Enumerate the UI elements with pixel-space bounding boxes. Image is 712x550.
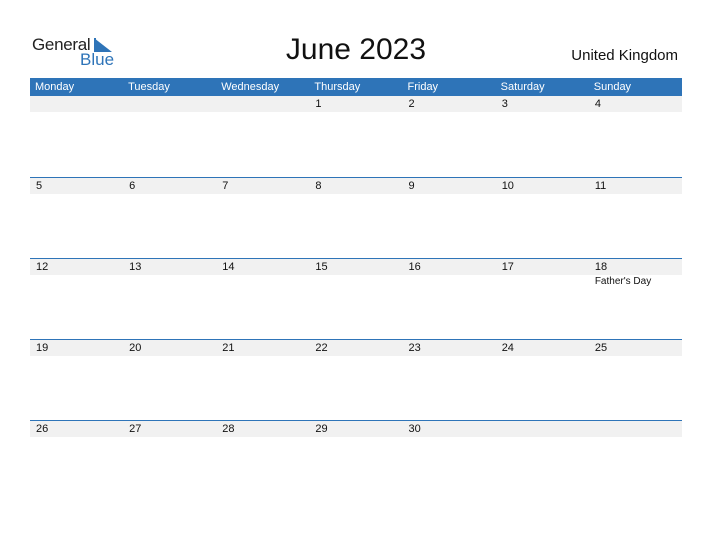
day-number: 26 <box>36 423 49 435</box>
day-cell: 26 <box>30 421 123 502</box>
day-cell <box>589 421 682 502</box>
day-number: 20 <box>129 342 142 354</box>
day-number: 4 <box>594 98 601 110</box>
day-number: 5 <box>36 180 43 192</box>
day-cell: 17 <box>496 259 589 340</box>
day-cell: 19 <box>30 340 123 421</box>
day-cell <box>30 96 123 177</box>
day-cell: 25 <box>589 340 682 421</box>
day-cell <box>496 421 589 502</box>
day-cell: 23 <box>403 340 496 421</box>
day-cell: 27 <box>123 421 216 502</box>
day-number: 11 <box>594 180 607 192</box>
day-number: 14 <box>222 261 235 273</box>
day-cell: 8 <box>309 178 402 259</box>
week-row: 26 27 28 29 30 <box>30 420 682 502</box>
day-cell: 18 Father's Day <box>589 259 682 340</box>
week-row: 12 13 14 15 16 17 18 Father's Day <box>30 258 682 340</box>
weekday-wednesday: Wednesday <box>221 81 280 93</box>
day-number: 17 <box>501 261 514 273</box>
day-cell: 29 <box>309 421 402 502</box>
day-number: 30 <box>408 423 421 435</box>
day-number: 25 <box>594 342 608 354</box>
day-number: 10 <box>501 180 514 192</box>
weekday-header: Monday Tuesday Wednesday Thursday Friday Satu… <box>30 78 682 96</box>
day-cell: 14 <box>216 259 309 340</box>
day-cell: 22 <box>309 340 402 421</box>
day-number: 9 <box>408 180 415 192</box>
day-cell: 11 <box>589 178 682 259</box>
holiday-event: Father's Day <box>594 276 652 287</box>
day-cell: 9 <box>403 178 496 259</box>
day-number: 15 <box>315 261 328 273</box>
weekday-saturday: Saturday <box>500 81 545 93</box>
weekday-tuesday: Tuesday <box>128 81 170 93</box>
day-cell: 7 <box>216 178 309 259</box>
day-cell: 6 <box>123 178 216 259</box>
week-row: 5 6 7 8 9 10 11 <box>30 177 682 259</box>
day-cell: 24 <box>496 340 589 421</box>
country-label: United Kingdom <box>571 47 678 64</box>
day-cell <box>216 96 309 177</box>
weekday-monday: Monday <box>35 81 75 93</box>
day-cell: 10 <box>496 178 589 259</box>
week-row: 19 20 21 22 23 24 25 <box>30 339 682 421</box>
weekday-sunday: Sunday <box>593 81 632 93</box>
day-cell: 4 <box>589 96 682 177</box>
week-row: 1 2 3 4 <box>30 96 682 177</box>
day-cell: 16 <box>403 259 496 340</box>
day-number: 3 <box>501 98 508 110</box>
day-cell: 5 <box>30 178 123 259</box>
day-number: 13 <box>129 261 142 273</box>
day-number: 21 <box>222 342 235 354</box>
day-cell: 21 <box>216 340 309 421</box>
day-number: 27 <box>129 423 142 435</box>
day-number: 29 <box>315 423 328 435</box>
day-number: 12 <box>36 261 49 273</box>
day-cell: 2 <box>403 96 496 177</box>
day-cell: 13 <box>123 259 216 340</box>
day-cell: 12 <box>30 259 123 340</box>
day-cell <box>123 96 216 177</box>
day-cell: 20 <box>123 340 216 421</box>
day-number: 28 <box>222 423 235 435</box>
day-cell: 30 <box>403 421 496 502</box>
weekday-friday: Friday <box>407 81 439 93</box>
day-cell: 28 <box>216 421 309 502</box>
day-number: 23 <box>408 342 421 354</box>
day-number: 18 <box>594 261 608 273</box>
day-number: 7 <box>222 180 229 192</box>
day-cell: 1 <box>309 96 402 177</box>
day-number: 8 <box>315 180 322 192</box>
day-number: 22 <box>315 342 328 354</box>
day-number: 1 <box>315 98 322 110</box>
weekday-thursday: Thursday <box>314 81 361 93</box>
day-number: 2 <box>408 98 415 110</box>
day-cell: 3 <box>496 96 589 177</box>
day-number: 16 <box>408 261 421 273</box>
day-number: 24 <box>501 342 514 354</box>
day-number: 6 <box>129 180 136 192</box>
day-number: 19 <box>36 342 49 354</box>
day-cell: 15 <box>309 259 402 340</box>
